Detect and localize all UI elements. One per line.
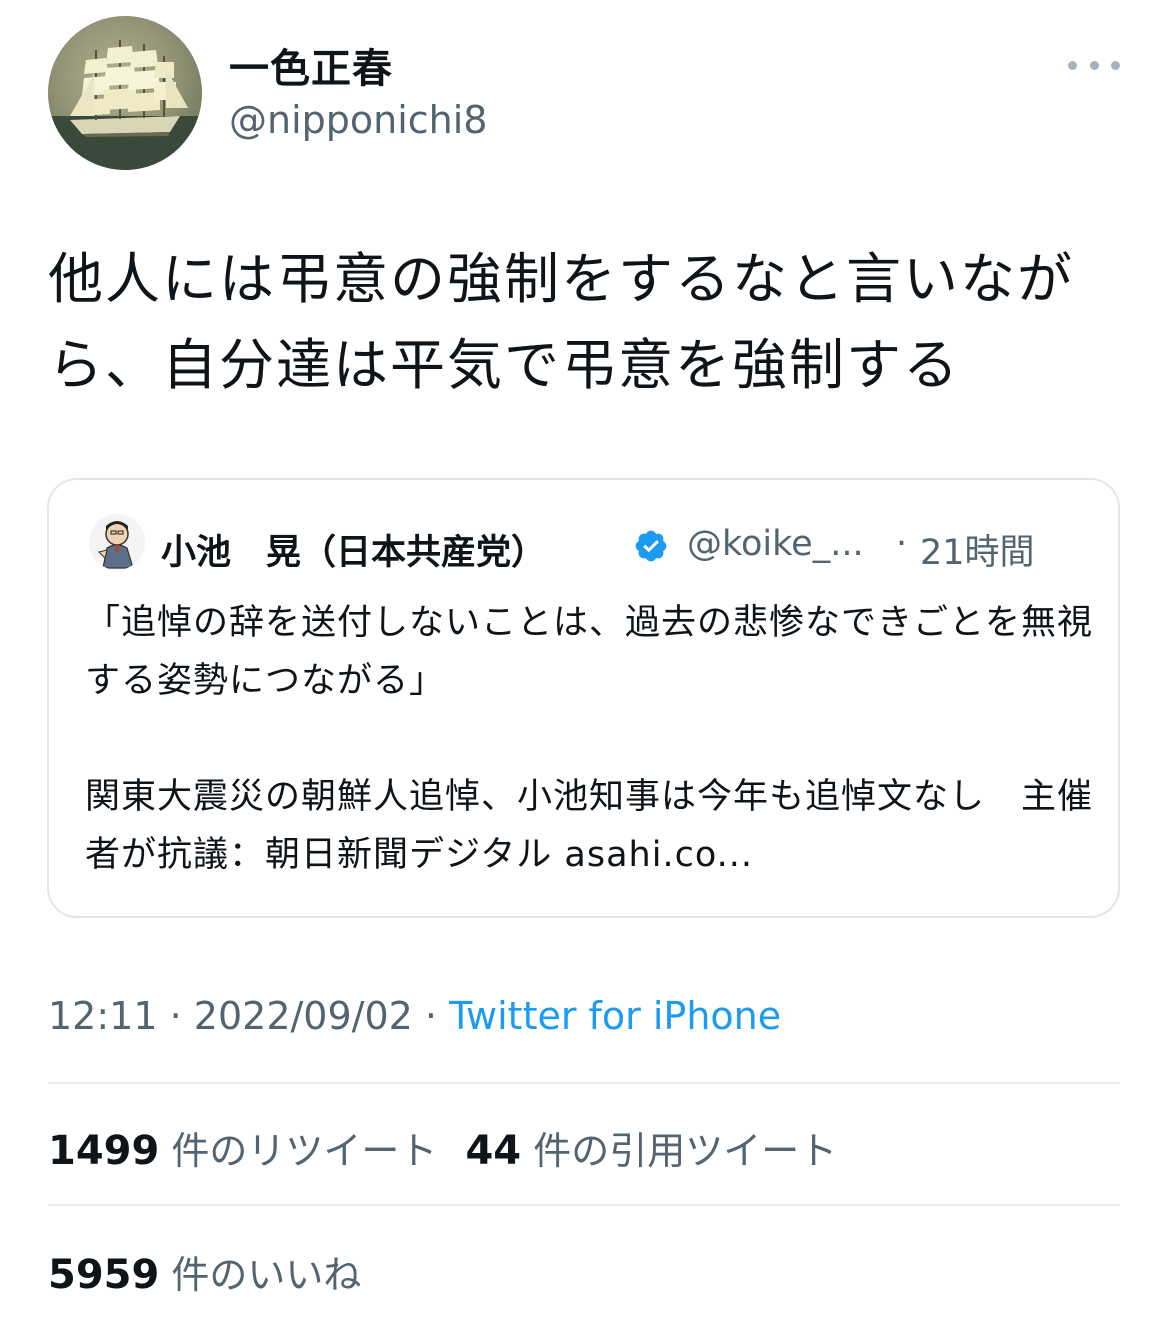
more-horizontal-icon [1068,60,1077,70]
tweet-time[interactable]: 12:11 [48,994,158,1038]
more-horizontal-icon [1089,60,1099,70]
author-display-name[interactable]: 一色正春 [229,36,393,94]
more-options-button[interactable] [1068,50,1120,80]
quoted-tweet-time: 21時間 [920,533,1035,573]
quoted-author-name: 小池 晃（日本共産党） [161,533,547,573]
likes-row: 5959 件のいいね [48,1244,361,1299]
tweet-date[interactable]: 2022/09/02 [194,994,413,1038]
likes-label: 件のいいね [171,1253,362,1297]
author-avatar[interactable] [48,16,202,170]
more-horizontal-icon [1111,60,1120,70]
tweet-detail-view: 一色正春 @nipponichi8 他人には弔意の強制をするなと言いながら、自分… [0,0,1169,1324]
quoted-tweet-card[interactable]: 小池 晃（日本共産党） @koike_... · 21時間 「追悼の辞を送付しな… [47,478,1120,918]
divider [48,1082,1120,1084]
meta-separator: · [169,994,182,1038]
verified-badge-icon [635,530,667,562]
tweet-meta: 12:11 · 2022/09/02 · Twitter for iPhone [48,994,781,1038]
quotes-label: 件の引用ツイート [533,1129,838,1173]
tweet-source-link[interactable]: Twitter for iPhone [449,994,781,1038]
quotes-stat[interactable]: 44 件の引用ツイート [465,1128,838,1174]
retweets-stat[interactable]: 1499 件のリツイート [48,1128,438,1174]
quotes-count: 44 [465,1128,522,1174]
meta-separator: · [424,994,438,1038]
author-handle[interactable]: @nipponichi8 [229,98,488,142]
divider [48,1204,1120,1206]
likes-count: 5959 [48,1252,160,1298]
quoted-paragraph-2: 関東大震災の朝鮮人追悼、小池知事は今年も追悼文なし 主催者が抗議：朝日新聞デジタ… [85,777,1094,875]
retweets-count: 1499 [48,1128,160,1174]
engagement-row: 1499 件のリツイート 44 件の引用ツイート [48,1120,837,1175]
quoted-tweet-text: 「追悼の辞を送付しないことは、過去の悲惨なできごとを無視する姿勢につながる」 関… [85,594,1095,884]
quoted-paragraph-1: 「追悼の辞を送付しないことは、過去の悲惨なできごとを無視する姿勢につながる」 [85,603,1094,701]
sailing-ship-image [48,16,202,170]
quoted-author-handle: @koike_... [687,524,864,564]
quoted-author-avatar [89,514,145,570]
likes-stat[interactable]: 5959 件のいいね [48,1252,362,1298]
quoted-meta-separator: · [896,524,908,564]
retweets-label: 件のリツイート [171,1129,438,1173]
cartoon-avatar-image [89,514,145,570]
tweet-text: 他人には弔意の強制をするなと言いながら、自分達は平気で弔意を強制する [48,247,1075,397]
